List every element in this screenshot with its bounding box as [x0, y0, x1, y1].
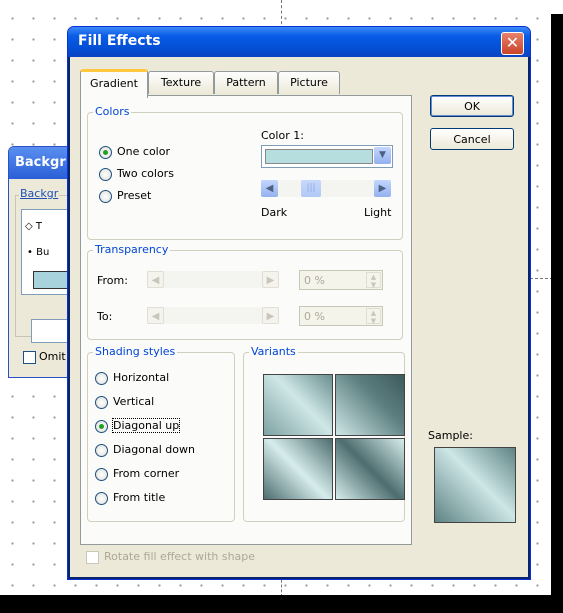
color1-swatch: [265, 149, 373, 164]
color1-dropdown[interactable]: ▼: [261, 145, 393, 168]
omit-checkbox[interactable]: [23, 351, 36, 364]
from-value: 0 %: [304, 274, 325, 287]
radio-from-corner[interactable]: [95, 468, 108, 481]
omit-label: Omit: [39, 350, 66, 363]
from-left-arrow-icon[interactable]: ◀: [147, 271, 164, 288]
radio-from-title[interactable]: [95, 492, 108, 505]
variant-1[interactable]: [263, 374, 333, 436]
screen-edge-right: [551, 14, 563, 613]
background-dialog-title: Backgr: [9, 147, 73, 179]
two-colors-label: Two colors: [117, 167, 174, 180]
radio-preset[interactable]: [99, 190, 112, 203]
to-left-arrow-icon[interactable]: ◀: [147, 307, 164, 324]
spinner-arrows-icon[interactable]: ▲ ▼: [366, 308, 381, 325]
chevron-down-icon[interactable]: ▼: [374, 147, 391, 164]
sample-preview: [434, 447, 516, 523]
color1-label: Color 1:: [261, 129, 304, 142]
gradient-tab-panel: Colors One color Two colors Preset Color…: [80, 95, 412, 545]
diagonal-down-label: Diagonal down: [113, 443, 195, 456]
light-label: Light: [364, 206, 392, 219]
radio-one-color[interactable]: [99, 146, 112, 159]
spinner-arrows-icon[interactable]: ▲ ▼: [366, 272, 381, 289]
tab-gradient[interactable]: Gradient: [80, 69, 148, 98]
screen-edge-bottom: [0, 595, 563, 613]
shading-styles-label: Shading styles: [93, 345, 178, 358]
slider-thumb[interactable]: |||: [301, 180, 321, 197]
background-group-label: Backgr: [19, 187, 60, 200]
dark-label: Dark: [261, 206, 288, 219]
to-label: To:: [97, 310, 113, 323]
colors-group-label: Colors: [93, 105, 132, 118]
fill-effects-dialog: Fill Effects ✕ Gradient Texture Pattern …: [67, 26, 531, 580]
dialog-title: Fill Effects: [78, 33, 161, 49]
preset-label: Preset: [117, 189, 152, 202]
tab-picture[interactable]: Picture: [278, 71, 340, 94]
to-right-arrow-icon[interactable]: ▶: [262, 307, 279, 324]
tab-pattern[interactable]: Pattern: [214, 71, 278, 94]
vertical-label: Vertical: [113, 395, 155, 408]
variants-label: Variants: [249, 345, 298, 358]
variant-3[interactable]: [263, 438, 333, 500]
background-dialog: Backgr Backgr ◇ T • Bu Omit: [8, 146, 74, 378]
radio-vertical[interactable]: [95, 396, 108, 409]
ok-button[interactable]: OK: [430, 95, 514, 117]
rotate-fill-label: Rotate fill effect with shape: [104, 550, 256, 563]
from-title-label: From title: [113, 491, 166, 504]
transparency-group: [87, 250, 403, 340]
diagonal-up-label: Diagonal up: [111, 418, 181, 433]
title-bar[interactable]: Fill Effects ✕: [68, 27, 530, 57]
close-button[interactable]: ✕: [501, 32, 524, 55]
from-corner-label: From corner: [113, 467, 180, 480]
cancel-button[interactable]: Cancel: [430, 128, 514, 150]
background-preview-diamond: ◇ T: [25, 221, 42, 232]
radio-two-colors[interactable]: [99, 168, 112, 181]
radio-horizontal[interactable]: [95, 372, 108, 385]
one-color-label: One color: [117, 145, 170, 158]
transparency-group-label: Transparency: [93, 243, 171, 256]
to-spinner[interactable]: 0 % ▲ ▼: [299, 306, 383, 326]
variant-4[interactable]: [335, 438, 405, 500]
from-right-arrow-icon[interactable]: ▶: [262, 271, 279, 288]
radio-diagonal-down[interactable]: [95, 444, 108, 457]
from-spinner[interactable]: 0 % ▲ ▼: [299, 270, 383, 290]
close-icon: ✕: [505, 33, 520, 52]
rotate-fill-checkbox[interactable]: [86, 551, 99, 564]
dark-light-slider[interactable]: ◀ ||| ▶: [261, 180, 391, 197]
to-value: 0 %: [304, 310, 325, 323]
sample-label: Sample:: [428, 429, 473, 442]
background-preview-bullet: • Bu: [27, 247, 50, 258]
slider-right-arrow-icon[interactable]: ▶: [374, 180, 391, 197]
radio-diagonal-up[interactable]: [95, 420, 108, 433]
variant-2[interactable]: [335, 374, 405, 436]
from-label: From:: [97, 274, 128, 287]
from-slider[interactable]: ◀ ▶: [147, 271, 279, 288]
tab-texture[interactable]: Texture: [148, 71, 214, 94]
slider-left-arrow-icon[interactable]: ◀: [261, 180, 278, 197]
horizontal-label: Horizontal: [113, 371, 170, 384]
to-slider[interactable]: ◀ ▶: [147, 307, 279, 324]
